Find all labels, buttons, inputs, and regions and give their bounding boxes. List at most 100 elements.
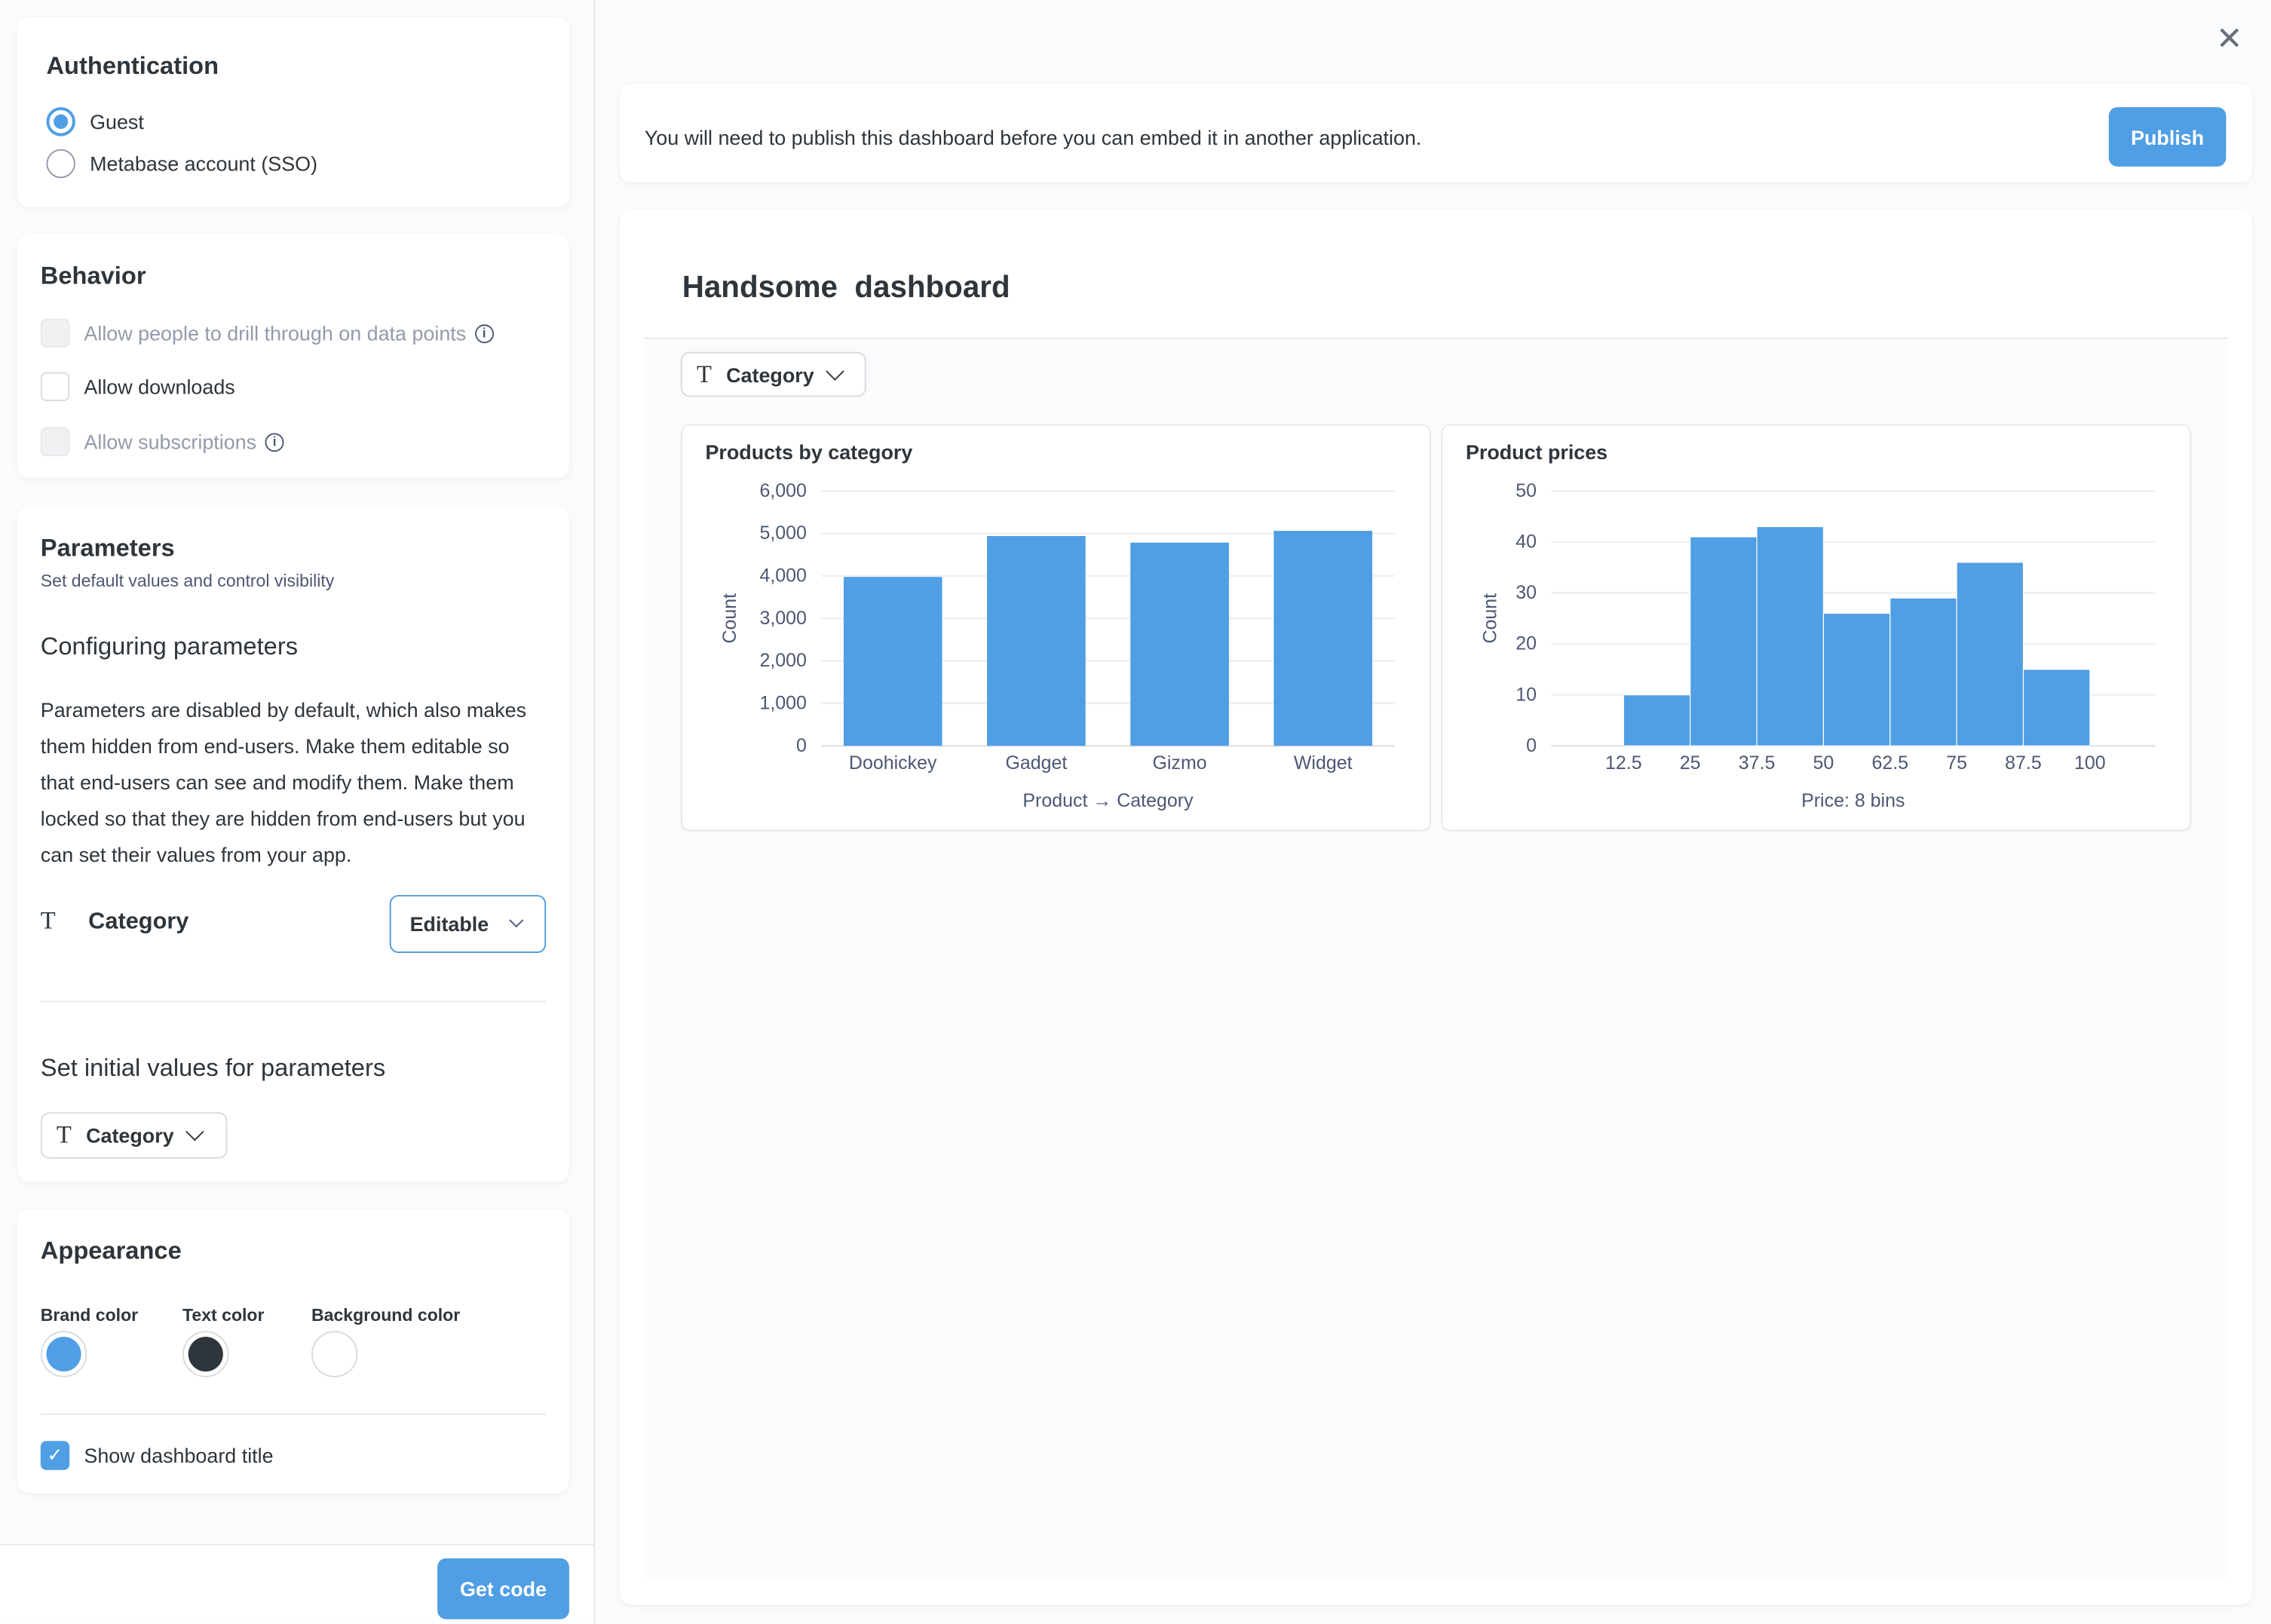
radio-sso[interactable]: Metabase account (SSO) (46, 149, 317, 178)
chart-bar[interactable] (1273, 531, 1372, 746)
filter-label: Category (726, 363, 814, 386)
chart-bar[interactable] (844, 577, 942, 746)
parameters-title: Parameters (41, 535, 175, 563)
filter-label: Category (86, 1124, 174, 1148)
publish-notice-text: You will need to publish this dashboard … (645, 126, 1422, 149)
show-title-checkbox[interactable]: ✓Show dashboard title (41, 1441, 274, 1469)
y-tick-label: 30 (1516, 582, 1537, 603)
checkbox-label: Allow downloads (84, 375, 234, 399)
brand-color-label: Brand color (41, 1305, 138, 1325)
drill-through-checkbox[interactable]: Allow people to drill through on data po… (41, 319, 494, 348)
products-by-category-chart: Products by category01,0002,0003,0004,00… (682, 426, 1433, 833)
histogram-bar[interactable] (1757, 527, 1823, 746)
background-color-picker[interactable] (311, 1331, 357, 1377)
product-prices-chart: Product prices 0 10 20 30 40 50 Count Price: 8 b… (1442, 426, 2193, 833)
publish-button[interactable]: Publish (2109, 107, 2227, 167)
x-tick-label: Doohickey (849, 752, 937, 774)
category-filter[interactable]: T Category (681, 352, 866, 397)
y-tick-label: 6,000 (759, 480, 806, 501)
initial-values-title: Set initial values for parameters (41, 1054, 385, 1083)
background-color-label: Background color (311, 1305, 460, 1325)
authentication-title: Authentication (46, 52, 219, 81)
x-tick-label: 100 (2074, 752, 2106, 774)
product-prices-card[interactable]: Product prices 0 10 20 30 40 50 Count Price: 8 b… (1441, 424, 2191, 832)
radio-icon (46, 149, 75, 178)
histogram-bar[interactable] (2023, 670, 2089, 746)
y-tick-label: 40 (1516, 531, 1537, 552)
histogram-bar[interactable] (1890, 598, 1957, 746)
close-icon[interactable]: ✕ (2216, 20, 2242, 58)
text-color-label: Text color (182, 1305, 264, 1325)
subscriptions-checkbox[interactable]: Allow subscriptions i (41, 427, 284, 456)
divider (41, 1414, 546, 1415)
histogram-bar[interactable] (1623, 695, 1690, 746)
x-tick-label: 75 (1946, 752, 1967, 774)
parameters-subtitle: Set default values and control visibilit… (41, 571, 335, 591)
histogram-bar[interactable] (1957, 562, 2023, 746)
text-type-icon: T (697, 360, 712, 388)
parameters-section: Parameters Set default values and contro… (17, 507, 569, 1181)
text-type-icon: T (41, 906, 56, 935)
x-tick-label: 62.5 (1871, 752, 1908, 774)
y-tick-label: 4,000 (759, 565, 806, 587)
parameter-mode-select[interactable]: Editable (390, 895, 546, 953)
info-icon[interactable]: i (265, 432, 284, 451)
x-tick-label: 12.5 (1605, 752, 1642, 774)
appearance-section: Appearance Brand color Text color Backgr… (17, 1209, 569, 1493)
radio-label: Guest (90, 110, 144, 133)
brand-color-picker[interactable] (41, 1331, 87, 1377)
dashboard-preview: Handsome dashboard T Category (620, 210, 2252, 1605)
x-tick-label: 50 (1813, 752, 1834, 774)
histogram-bar[interactable] (1823, 613, 1889, 746)
y-tick-label: 0 (1526, 735, 1537, 756)
parameter-name: Category (88, 909, 188, 936)
y-tick-label: 10 (1516, 684, 1537, 705)
y-axis-label: Count (1479, 593, 1500, 644)
text-color-picker[interactable] (182, 1331, 228, 1377)
embed-settings-sidebar: Authentication Guest Metabase account (S… (0, 0, 595, 1623)
chevron-down-icon (185, 1123, 204, 1141)
x-axis-label: Product → Category (1022, 790, 1194, 811)
dashboard-title: Handsome dashboard (682, 271, 1010, 305)
chevron-down-icon (510, 913, 524, 927)
x-tick-label: 87.5 (2005, 752, 2042, 774)
parameters-description: Parameters are disabled by default, whic… (41, 692, 547, 873)
y-axis-label: Count (719, 593, 740, 644)
chart-bar[interactable] (987, 536, 1086, 746)
authentication-section: Authentication Guest Metabase account (S… (17, 17, 569, 207)
products-by-category-card[interactable]: Products by category01,0002,0003,0004,00… (681, 424, 1431, 832)
initial-category-filter[interactable]: TCategory (41, 1112, 228, 1158)
x-tick-label: Gadget (1005, 752, 1067, 774)
x-tick-label: Gizmo (1153, 752, 1207, 774)
downloads-checkbox[interactable]: Allow downloads (41, 372, 235, 401)
configuring-title: Configuring parameters (41, 633, 298, 661)
get-code-button[interactable]: Get code (437, 1558, 569, 1619)
y-tick-label: 2,000 (759, 650, 806, 671)
info-icon[interactable]: i (475, 323, 494, 342)
x-tick-label: 25 (1680, 752, 1701, 774)
check-icon: ✓ (41, 1441, 69, 1469)
y-tick-label: 20 (1516, 633, 1537, 654)
radio-selected-icon (46, 107, 75, 136)
divider (41, 1000, 546, 1002)
chart-title: Product prices (1466, 441, 1607, 464)
checkbox-label: Allow subscriptions (84, 431, 256, 454)
y-tick-label: 0 (796, 735, 807, 756)
radio-label: Metabase account (SSO) (90, 152, 317, 176)
publish-notice: You will need to publish this dashboard … (620, 84, 2252, 182)
radio-guest[interactable]: Guest (46, 107, 143, 136)
checkbox-label: Allow people to drill through on data po… (84, 321, 466, 345)
x-tick-label: Widget (1294, 752, 1353, 774)
x-axis-label: Price: 8 bins (1801, 790, 1905, 811)
select-value: Editable (410, 912, 489, 936)
y-tick-label: 1,000 (759, 693, 806, 714)
checkbox-icon (41, 427, 69, 456)
checkbox-icon (41, 372, 69, 401)
checkbox-icon (41, 319, 69, 348)
chevron-down-icon (826, 362, 844, 380)
chart-bar[interactable] (1130, 543, 1229, 746)
x-tick-label: 37.5 (1739, 752, 1776, 774)
y-tick-label: 50 (1516, 480, 1537, 501)
behavior-section: Behavior Allow people to drill through o… (17, 234, 569, 478)
histogram-bar[interactable] (1690, 537, 1757, 746)
